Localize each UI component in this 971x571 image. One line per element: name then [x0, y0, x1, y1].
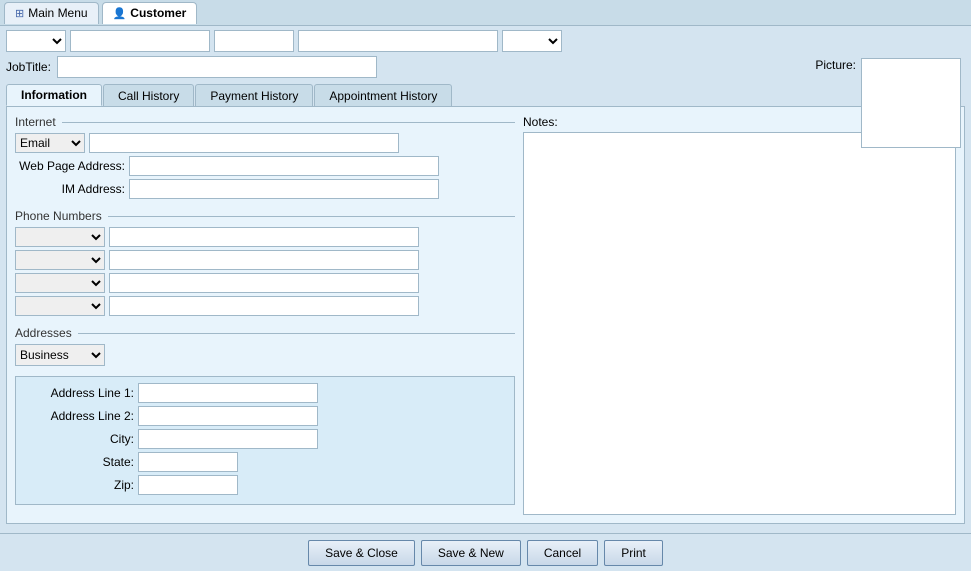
jobtitle-input[interactable] — [57, 56, 377, 78]
im-input[interactable] — [129, 179, 439, 199]
tabs-bar: Information Call History Payment History… — [6, 84, 965, 106]
jobtitle-label: JobTitle: — [6, 60, 51, 74]
email-type-select[interactable]: Email Email 2 — [15, 133, 85, 153]
phone-section: Phone Numbers HomeWorkMobileFax HomeWork… — [15, 209, 515, 316]
phone-input-4[interactable] — [109, 296, 419, 316]
picture-box — [861, 58, 961, 148]
internet-section: Internet Email Email 2 Web Page Address: — [15, 115, 515, 199]
address-type-select[interactable]: Business Home Other — [15, 344, 105, 366]
phone-section-title: Phone Numbers — [15, 209, 515, 223]
addr-line1-row: Address Line 1: — [24, 383, 506, 403]
addr-line2-row: Address Line 2: — [24, 406, 506, 426]
addresses-section-title: Addresses — [15, 326, 515, 340]
phone-row-2: HomeWorkMobileFax — [15, 250, 515, 270]
title-bar: ⊞ Main Menu 👤 Customer — [0, 0, 971, 26]
last-name-input[interactable] — [298, 30, 498, 52]
save-new-button[interactable]: Save & New — [421, 540, 521, 566]
left-panel: Internet Email Email 2 Web Page Address: — [15, 115, 515, 515]
suffix-select[interactable]: Jr. Sr. II III — [502, 30, 562, 52]
phone-row-3: HomeWorkMobileFax — [15, 273, 515, 293]
tab-payment-history[interactable]: Payment History — [195, 84, 313, 106]
addr-line2-label: Address Line 2: — [24, 409, 134, 423]
phone-input-1[interactable] — [109, 227, 419, 247]
addr-city-input[interactable] — [138, 429, 318, 449]
phone-type-select-1[interactable]: HomeWorkMobileFax — [15, 227, 105, 247]
print-button[interactable]: Print — [604, 540, 663, 566]
addr-state-label: State: — [24, 455, 134, 469]
im-row: IM Address: — [15, 179, 515, 199]
phone-row-1: HomeWorkMobileFax — [15, 227, 515, 247]
tab-customer[interactable]: 👤 Customer — [102, 2, 198, 24]
addr-line1-input[interactable] — [138, 383, 318, 403]
addr-city-row: City: — [24, 429, 506, 449]
tab-appointment-history[interactable]: Appointment History — [314, 84, 452, 106]
phone-type-select-3[interactable]: HomeWorkMobileFax — [15, 273, 105, 293]
phone-input-2[interactable] — [109, 250, 419, 270]
phone-input-3[interactable] — [109, 273, 419, 293]
main-menu-icon: ⊞ — [15, 7, 24, 20]
notes-textarea[interactable] — [523, 132, 956, 515]
main-content: Picture: Mr. Mrs. Ms. Dr. Jr. Sr. II III… — [0, 26, 971, 528]
middle-name-input[interactable] — [214, 30, 294, 52]
address-fields: Address Line 1: Address Line 2: City: St… — [15, 376, 515, 505]
tab-main-menu[interactable]: ⊞ Main Menu — [4, 2, 99, 24]
addr-city-label: City: — [24, 432, 134, 446]
addr-line1-label: Address Line 1: — [24, 386, 134, 400]
right-panel: Notes: — [523, 115, 956, 515]
addr-line2-input[interactable] — [138, 406, 318, 426]
email-row: Email Email 2 — [15, 133, 515, 153]
picture-label: Picture: — [815, 58, 856, 72]
save-close-button[interactable]: Save & Close — [308, 540, 415, 566]
phone-type-select-4[interactable]: HomeWorkMobileFax — [15, 296, 105, 316]
addr-zip-label: Zip: — [24, 478, 134, 492]
tab-information[interactable]: Information — [6, 84, 102, 106]
addr-state-input[interactable] — [138, 452, 238, 472]
internet-section-title: Internet — [15, 115, 515, 129]
web-page-row: Web Page Address: — [15, 156, 515, 176]
addr-state-row: State: — [24, 452, 506, 472]
addr-zip-input[interactable] — [138, 475, 238, 495]
first-name-input[interactable] — [70, 30, 210, 52]
addresses-section: Addresses Business Home Other Address Li… — [15, 326, 515, 505]
im-label: IM Address: — [15, 182, 125, 196]
addr-zip-row: Zip: — [24, 475, 506, 495]
tab-call-history[interactable]: Call History — [103, 84, 194, 106]
web-page-input[interactable] — [129, 156, 439, 176]
tab-panel-information: Internet Email Email 2 Web Page Address: — [6, 106, 965, 524]
salutation-select[interactable]: Mr. Mrs. Ms. Dr. — [6, 30, 66, 52]
top-form-row: Mr. Mrs. Ms. Dr. Jr. Sr. II III — [6, 30, 965, 52]
bottom-bar: Save & Close Save & New Cancel Print — [0, 533, 971, 571]
cancel-button[interactable]: Cancel — [527, 540, 598, 566]
phone-row-4: HomeWorkMobileFax — [15, 296, 515, 316]
web-page-label: Web Page Address: — [15, 159, 125, 173]
phone-type-select-2[interactable]: HomeWorkMobileFax — [15, 250, 105, 270]
email-input[interactable] — [89, 133, 399, 153]
customer-icon: 👤 — [113, 7, 127, 20]
